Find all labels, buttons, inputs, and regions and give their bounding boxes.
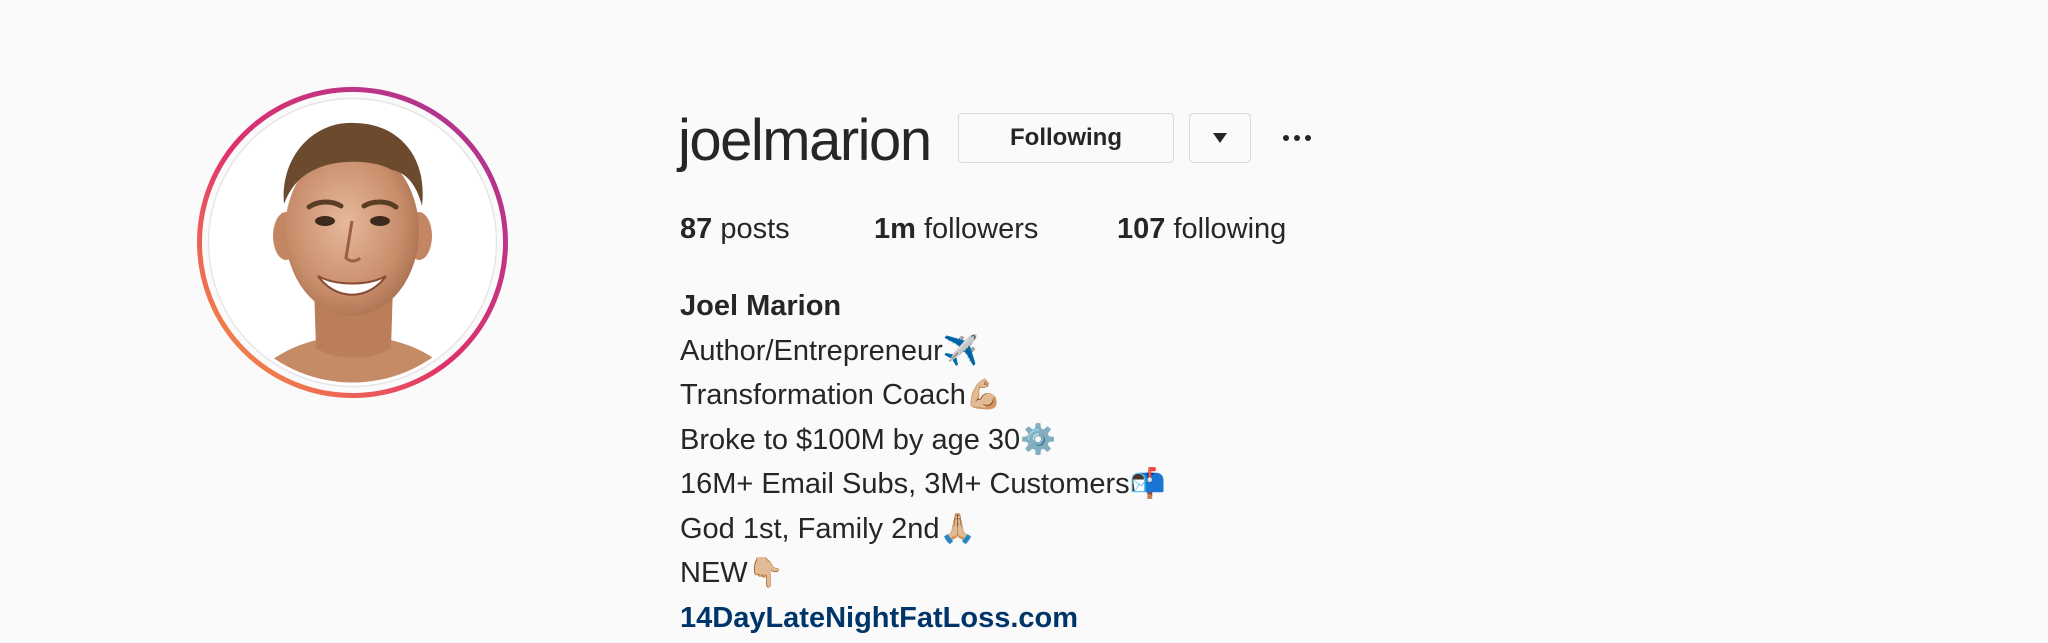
followers-label: followers (915, 213, 1039, 245)
bio-website-link[interactable]: 14DayLateNightFatLoss.com (680, 602, 1078, 634)
bio-line: God 1st, Family 2nd🙏🏼 (680, 512, 976, 545)
bio-line: NEW👇🏼 (680, 557, 784, 589)
bio-line: 16M+ Email Subs, 3M+ Customers📬 (680, 468, 1166, 500)
profile-avatar[interactable] (196, 86, 509, 399)
profile-full-name: Joel Marion (680, 290, 842, 322)
followers-link[interactable]: 1m followers (874, 209, 1038, 249)
ellipsis-icon (1283, 135, 1289, 141)
bio-line: Transformation Coach💪🏼 (680, 379, 1002, 411)
posts-stat: 87 posts (680, 209, 790, 249)
followers-count: 1m (874, 213, 916, 245)
suggested-dropdown-button[interactable] (1189, 113, 1251, 163)
profile-username: joelmarion (678, 108, 932, 173)
more-options-button[interactable] (1280, 122, 1314, 154)
following-button[interactable]: Following (958, 113, 1174, 163)
ellipsis-icon (1305, 135, 1311, 141)
bio-line: Author/Entrepreneur✈️ (680, 334, 979, 367)
following-link[interactable]: 107 following (1117, 209, 1286, 249)
following-stat-label: following (1165, 213, 1287, 245)
avatar-photo-icon (197, 87, 508, 398)
posts-count: 87 (680, 213, 713, 245)
ellipsis-icon (1294, 135, 1300, 141)
profile-header: joelmarion Following 87 posts 1m followe… (0, 0, 2048, 643)
posts-label: posts (712, 213, 790, 245)
following-count: 107 (1117, 213, 1166, 245)
bio-line: Broke to $100M by age 30⚙️ (680, 423, 1057, 456)
caret-down-icon (1213, 133, 1227, 143)
profile-bio: Joel Marion Author/Entrepreneur✈️ Transf… (680, 284, 1166, 640)
